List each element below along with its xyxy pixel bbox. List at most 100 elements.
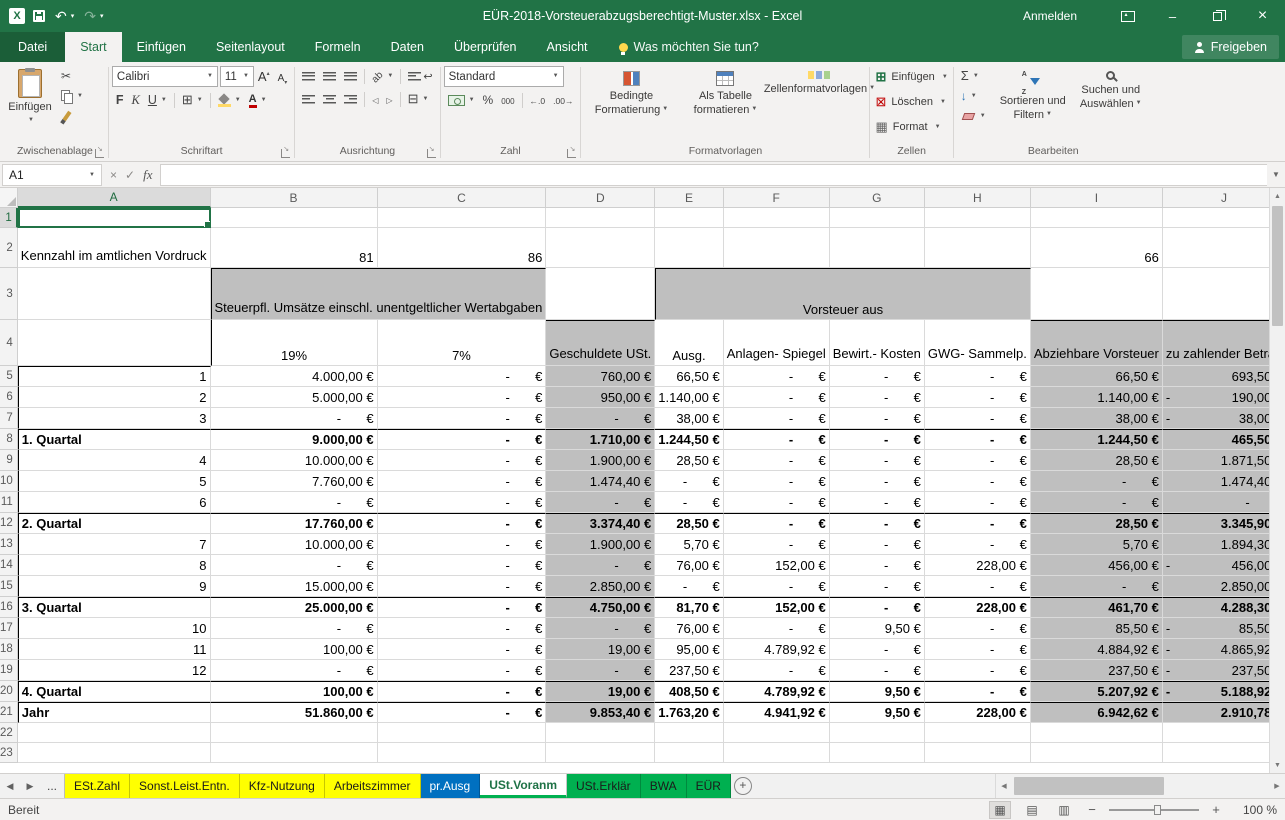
cell-H9[interactable]: - € — [925, 450, 1031, 471]
column-header-E[interactable]: E — [655, 188, 723, 208]
cell-E5[interactable]: 66,50 € — [655, 366, 723, 387]
cell-J22[interactable] — [1163, 723, 1269, 743]
cell-G9[interactable]: - € — [830, 450, 925, 471]
excel-app-icon[interactable]: X — [9, 8, 25, 24]
find-select-button[interactable]: Suchen und Auswählen — [1072, 66, 1150, 112]
cell-B7[interactable]: - € — [211, 408, 378, 429]
cell-D8[interactable]: 1.710,00 € — [546, 429, 655, 450]
ribbon-tab-Datei[interactable]: Datei — [0, 32, 65, 62]
ribbon-tab-Daten[interactable]: Daten — [376, 32, 439, 62]
cell-F19[interactable]: - € — [724, 660, 830, 681]
zoom-out-button[interactable]: − — [1085, 802, 1099, 817]
scroll-left-icon[interactable]: ◀ — [996, 782, 1012, 790]
cell-F1[interactable] — [724, 208, 830, 228]
cell-D11[interactable]: - € — [546, 492, 655, 513]
cell-A10[interactable]: 5 — [18, 471, 211, 492]
cell-I20[interactable]: 5.207,92 € — [1031, 681, 1163, 702]
cell-A22[interactable] — [18, 723, 211, 743]
cell-J9[interactable]: 1.871,50 € — [1163, 450, 1269, 471]
cell-B22[interactable] — [211, 723, 378, 743]
cell-J11[interactable]: - € — [1163, 492, 1269, 513]
decrease-font-button[interactable] — [274, 67, 292, 87]
row-header-20[interactable]: 20 — [0, 681, 18, 702]
row-header-13[interactable]: 13 — [0, 534, 18, 555]
cell-G14[interactable]: - € — [830, 555, 925, 576]
cell-I21[interactable]: 6.942,62 € — [1031, 702, 1163, 723]
cell-G15[interactable]: - € — [830, 576, 925, 597]
cell-D15[interactable]: 2.850,00 € — [546, 576, 655, 597]
cell-H23[interactable] — [925, 743, 1031, 763]
cell-A6[interactable]: 2 — [18, 387, 211, 408]
row-header-8[interactable]: 8 — [0, 429, 18, 450]
format-as-table-button[interactable]: Als Tabelle formatieren — [678, 66, 772, 118]
cell-H8[interactable]: - € — [925, 429, 1031, 450]
cell-E4[interactable]: Ausg. — [655, 320, 723, 366]
horizontal-scrollbar[interactable]: ◀ ▶ — [995, 774, 1285, 798]
format-cells-dropdown-icon[interactable] — [933, 121, 941, 133]
select-all-corner[interactable] — [0, 188, 18, 208]
cell-A2[interactable]: Kennzahl im amtlichen Vordruck — [18, 228, 211, 268]
cell-C11[interactable]: - € — [378, 492, 547, 513]
sheet-tab-USt.Voranm[interactable]: USt.Voranm — [480, 774, 567, 798]
cell-G22[interactable] — [830, 723, 925, 743]
cell-J3[interactable] — [1163, 268, 1269, 320]
ribbon-display-options-button[interactable] — [1105, 0, 1150, 32]
cell-C7[interactable]: - € — [378, 408, 547, 429]
cell-J18[interactable]: -4.865,92 € — [1163, 639, 1269, 660]
increase-indent-button[interactable] — [382, 89, 396, 109]
cell-J1[interactable] — [1163, 208, 1269, 228]
cell-G17[interactable]: 9,50 € — [830, 618, 925, 639]
cell-I13[interactable]: 5,70 € — [1031, 534, 1163, 555]
bold-button[interactable]: F — [112, 90, 128, 110]
cell-G18[interactable]: - € — [830, 639, 925, 660]
cell-D19[interactable]: - € — [546, 660, 655, 681]
ribbon-tab-Formeln[interactable]: Formeln — [300, 32, 376, 62]
find-select-dropdown-icon[interactable] — [1134, 98, 1142, 110]
cell-G8[interactable]: - € — [830, 429, 925, 450]
cell-G21[interactable]: 9,50 € — [830, 702, 925, 723]
row-header-2[interactable]: 2 — [0, 228, 18, 268]
cell-I18[interactable]: 4.884,92 € — [1031, 639, 1163, 660]
cell-J14[interactable]: -456,00 € — [1163, 555, 1269, 576]
sheet-tab-Kfz-Nutzung[interactable]: Kfz-Nutzung — [240, 774, 325, 798]
delete-cells-button[interactable]: Löschen — [873, 91, 949, 113]
conditional-formatting-dropdown-icon[interactable] — [660, 104, 668, 116]
font-size-select[interactable]: 11 — [220, 66, 254, 87]
zoom-slider[interactable] — [1109, 809, 1199, 811]
cell-B16[interactable]: 25.000,00 € — [211, 597, 378, 618]
cell-F23[interactable] — [724, 743, 830, 763]
cell-H18[interactable]: - € — [925, 639, 1031, 660]
align-right-button[interactable] — [340, 89, 361, 109]
row-header-16[interactable]: 16 — [0, 597, 18, 618]
cell-E9[interactable]: 28,50 € — [655, 450, 723, 471]
row-header-22[interactable]: 22 — [0, 723, 18, 743]
cell-F6[interactable]: - € — [724, 387, 830, 408]
cell-I2[interactable]: 66 — [1031, 228, 1163, 268]
row-header-9[interactable]: 9 — [0, 450, 18, 471]
autosum-dropdown-icon[interactable] — [971, 67, 979, 85]
cell-F11[interactable]: - € — [724, 492, 830, 513]
font-size-dropdown-icon[interactable] — [241, 71, 249, 83]
undo-icon[interactable]: ↶ — [55, 9, 67, 23]
cell-H7[interactable]: - € — [925, 408, 1031, 429]
sort-filter-dropdown-icon[interactable] — [1044, 109, 1052, 121]
cell-J8[interactable]: 465,50 € — [1163, 429, 1269, 450]
ribbon-tab-Start[interactable]: Start — [65, 32, 121, 62]
tell-me-box[interactable]: Was möchten Sie tun? — [619, 32, 759, 62]
cell-J17[interactable]: -85,50 € — [1163, 618, 1269, 639]
cell-B23[interactable] — [211, 743, 378, 763]
cell-F17[interactable]: - € — [724, 618, 830, 639]
save-icon[interactable] — [33, 10, 45, 22]
cell-A19[interactable]: 12 — [18, 660, 211, 681]
format-cells-button[interactable]: Format — [873, 116, 949, 138]
delete-cells-dropdown-icon[interactable] — [938, 96, 946, 108]
cell-G4[interactable]: Bewirt.- Kosten — [830, 320, 925, 366]
formula-input[interactable] — [161, 164, 1267, 186]
undo-dropdown-icon[interactable]: ▾ — [71, 13, 75, 20]
cell-H12[interactable]: - € — [925, 513, 1031, 534]
format-as-table-dropdown-icon[interactable] — [749, 104, 757, 116]
cell-I15[interactable]: - € — [1031, 576, 1163, 597]
cell-B4[interactable]: 19% — [211, 320, 378, 366]
cell-J4[interactable]: zu zahlender Betrag — [1163, 320, 1269, 366]
tab-scroll-left-icon[interactable]: ◀ — [0, 774, 20, 798]
